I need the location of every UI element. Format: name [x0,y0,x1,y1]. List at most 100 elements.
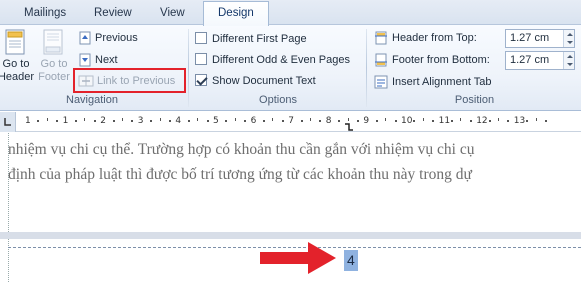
ruler-number: 2 [100,116,106,126]
ruler-number: 5 [213,116,219,126]
ruler-mark [84,118,86,121]
ruler-mark [375,120,378,122]
tab-selector[interactable] [0,112,16,132]
next-label: Next [95,54,118,66]
ruler-number: 1 [62,116,69,126]
footer-from-bottom-row: Footer from Bottom: [374,50,490,70]
ruler-mark [422,118,424,121]
different-odd-even-label: Different Odd & Even Pages [212,54,350,66]
ruler-mark [357,120,359,122]
different-first-page-checkbox[interactable] [195,32,207,44]
ruler-mark [37,120,40,122]
ruler-mark [507,120,510,122]
header-from-top-value: 1.27 cm [510,32,550,44]
ruler-mark [169,120,171,122]
body-text-line-1: nhiệm vụ chi cụ thể. Trường hợp có khoản… [8,141,475,158]
ruler-mark [234,118,236,121]
header-from-top-input[interactable]: 1.27 cm [505,29,575,48]
ruler-mark [451,120,453,122]
ruler-number: 8 [325,116,332,126]
ruler-mark [197,118,199,121]
go-to-footer-label-2: Footer [38,71,70,83]
ruler-mark [300,120,303,122]
previous-section-icon [79,31,91,45]
ruler-number: 13 [513,116,526,126]
ruler-mark [432,120,435,122]
annotation-highlight-box [73,68,186,93]
ruler-mark [347,118,349,121]
group-separator [366,29,367,107]
show-document-text-checkbox[interactable] [195,74,207,86]
horizontal-ruler[interactable]: 1 1 2 3 4 5 6 7 8 9 10 11 12 13 [0,112,581,132]
ruler-mark [159,118,161,121]
right-margin-marker-icon[interactable] [344,122,354,132]
ruler-mark [122,118,123,121]
footer-from-bottom-label: Footer from Bottom: [392,54,490,66]
ruler-mark [75,120,77,122]
go-to-header-label-2: Header [0,71,35,83]
ruler-mark [225,120,228,122]
go-to-footer-button[interactable]: Go to Footer [34,28,74,88]
ruler-mark [187,120,190,122]
ruler-number: 7 [288,116,294,126]
ruler-number: 9 [363,116,370,126]
ruler-mark [469,120,472,122]
ruler-mark [150,120,153,122]
ruler-mark [498,118,499,121]
ruler-mark [385,118,387,121]
different-odd-even-checkbox[interactable] [195,53,207,65]
go-to-header-label-1: Go to [2,58,30,70]
ruler-mark [338,120,341,122]
ruler-mark [206,120,209,122]
ruler-mark [488,120,491,122]
header-position-icon [375,31,387,45]
ruler-mark [460,118,462,121]
tab-stop-icon [4,118,11,126]
show-document-text-label: Show Document Text [212,75,316,87]
ruler-mark [413,120,416,122]
tab-review[interactable]: Review [88,4,138,24]
go-to-header-icon [5,29,25,55]
go-to-header-button[interactable]: Go to Header [0,28,36,88]
footer-from-bottom-spinner[interactable] [563,52,574,69]
ribbon-design: Go to Header Go to Footer Previous Next [0,25,581,111]
go-to-footer-icon [43,29,63,55]
different-odd-even-option[interactable]: Different Odd & Even Pages [195,51,350,69]
tab-view[interactable]: View [154,4,191,24]
insert-alignment-tab-button[interactable]: Insert Alignment Tab [374,72,491,92]
ruler-mark [56,120,59,122]
ruler-number: 4 [175,116,182,126]
footer-position-icon [375,53,387,67]
ribbon-tabbar: Mailings Review View Design [0,0,581,26]
header-from-top-spinner[interactable] [563,30,574,47]
navigation-group-label: Navigation [66,94,118,106]
previous-button[interactable]: Previous [78,28,138,48]
go-to-footer-label-1: Go to [40,58,68,70]
header-from-top-label: Header from Top: [392,32,477,44]
different-first-page-option[interactable]: Different First Page [195,30,307,48]
tab-design[interactable]: Design [203,1,269,26]
ruler-number: 6 [250,116,257,126]
position-group-label: Position [454,94,495,106]
header-from-top-row: Header from Top: [374,28,477,48]
page-gap [0,232,581,239]
ruler-mark [131,120,134,122]
document-area[interactable]: nhiệm vụ chi cụ thể. Trường hợp có khoản… [0,133,581,282]
different-first-page-label: Different First Page [212,33,307,45]
show-document-text-option[interactable]: Show Document Text [195,72,316,90]
group-separator [188,29,189,107]
footer-from-bottom-input[interactable]: 1.27 cm [505,51,575,70]
ruler-mark [535,118,537,121]
next-button[interactable]: Next [78,50,118,70]
ruler-mark [526,120,529,122]
ruler-number: 11 [438,116,451,126]
ruler-mark [545,120,547,122]
alignment-tab-icon [374,75,388,89]
page-number-field[interactable]: 4 [344,250,358,271]
ruler-mark [112,120,115,122]
ruler-mark [46,118,48,121]
arrow-right-icon [260,242,336,274]
ruler-mark [272,118,274,121]
ruler-number: 3 [137,116,144,126]
tab-mailings[interactable]: Mailings [18,4,72,24]
